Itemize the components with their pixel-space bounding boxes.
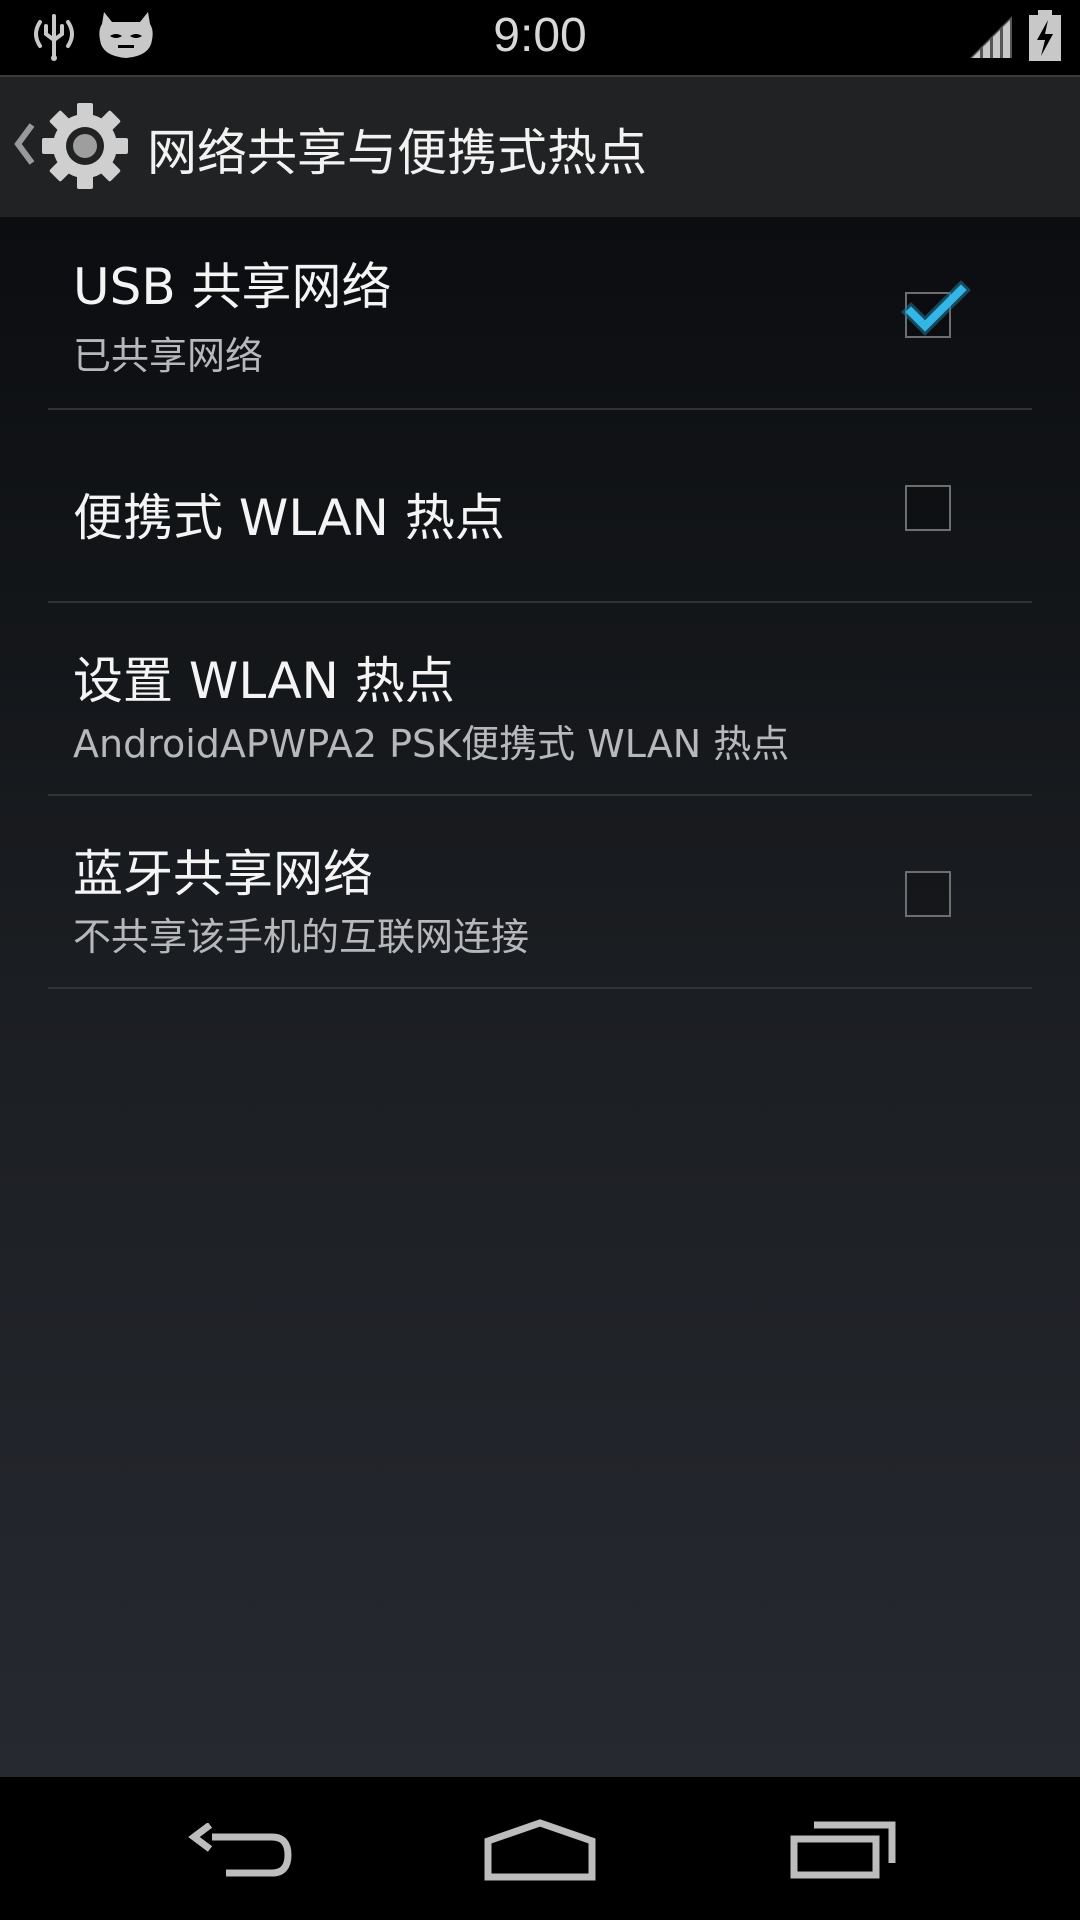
pref-wlan-hotspot-settings[interactable]: 设置 WLAN 热点 AndroidAPWPA2 PSK便携式 WLAN 热点 [48,603,1032,796]
settings-gear-icon[interactable] [40,101,130,195]
back-caret-icon[interactable] [10,121,36,171]
home-icon[interactable] [484,1819,596,1885]
pref-bluetooth-tethering[interactable]: 蓝牙共享网络 不共享该手机的互联网连接 [48,796,1032,989]
pref-title: 蓝牙共享网络 [73,845,373,903]
usb-tethering-checkbox[interactable] [901,280,971,338]
signal-icon [968,14,1014,64]
page-title: 网络共享与便携式热点 [147,124,647,182]
action-bar: 网络共享与便携式热点 [0,75,1080,217]
back-icon[interactable] [188,1822,292,1885]
bluetooth-tethering-checkbox[interactable] [905,871,951,917]
pref-summary: 已共享网络 [73,334,264,378]
screen: 9:00 网络共享与便携式热点 USB 共享网络 已共享网络 便携式 WLAN … [0,0,1080,1920]
pref-title: USB 共享网络 [73,258,392,316]
status-clock: 9:00 [493,9,587,62]
battery-charging-icon [1028,10,1062,66]
recents-icon[interactable] [790,1821,896,1883]
wlan-hotspot-checkbox[interactable] [905,485,951,531]
pref-title: 设置 WLAN 热点 [73,652,455,710]
checkmark-icon [901,280,971,336]
pref-summary: 不共享该手机的互联网连接 [73,915,530,959]
navigation-bar [0,1777,1080,1920]
pref-wlan-hotspot[interactable]: 便携式 WLAN 热点 [48,410,1032,603]
status-bar: 9:00 [0,0,1080,75]
pref-usb-tethering[interactable]: USB 共享网络 已共享网络 [48,217,1032,410]
preferences-list: USB 共享网络 已共享网络 便携式 WLAN 热点 设置 WLAN 热点 An… [0,217,1080,1777]
pref-title: 便携式 WLAN 热点 [73,489,505,547]
pref-summary: AndroidAPWPA2 PSK便携式 WLAN 热点 [73,722,790,766]
